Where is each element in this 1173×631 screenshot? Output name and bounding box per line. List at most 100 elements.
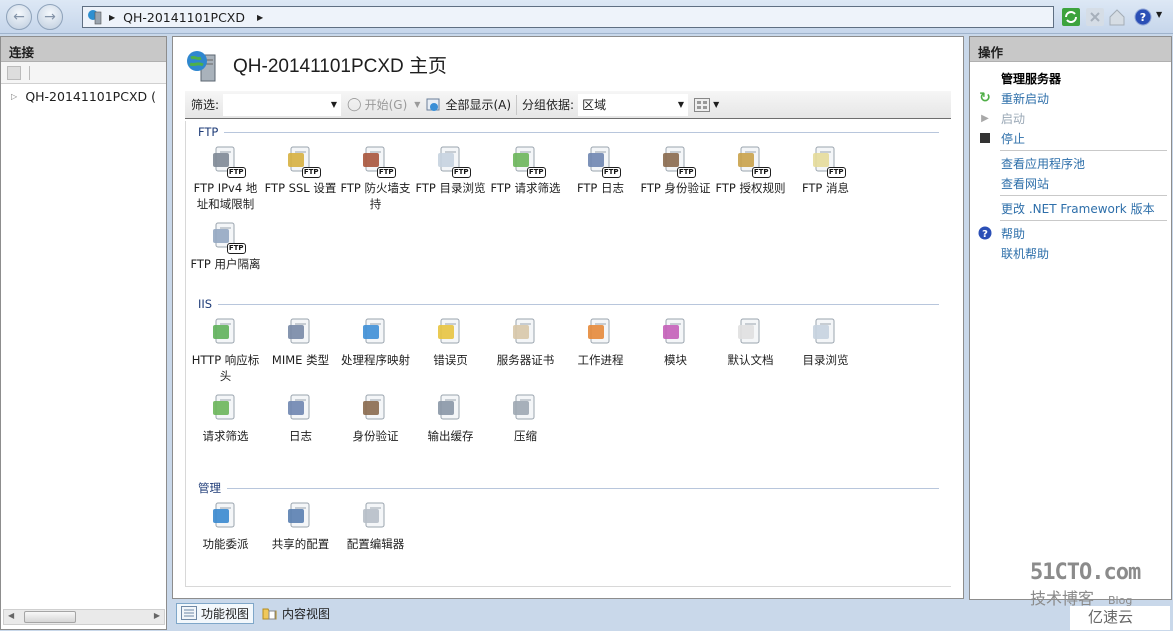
breadcrumb-arrow-icon[interactable]: ▶	[109, 13, 115, 22]
feature-item[interactable]: FTP FTP 防火墙支持	[338, 140, 413, 216]
feature-label: 日志	[289, 429, 312, 443]
filter-input[interactable]: ▼	[223, 93, 342, 116]
actions-panel: 操作 管理服务器 ↻ 重新启动 ▶ 启动 停止 查看应用程序池 查看网站 更改 .N…	[969, 36, 1172, 600]
feature-label: 服务器证书	[496, 353, 555, 367]
feature-item[interactable]: FTP FTP 消息	[788, 140, 863, 216]
breadcrumb-root[interactable]: QH-20141101PCXD	[123, 10, 245, 25]
scrollbar-thumb[interactable]	[24, 611, 76, 623]
feature-item[interactable]: HTTP 响应标头	[188, 312, 263, 388]
lock-icon: FTP	[284, 144, 321, 178]
help-icon[interactable]: ?	[1134, 8, 1152, 26]
feature-item[interactable]: FTP FTP 用户隔离	[188, 216, 263, 292]
feature-item[interactable]: 工作进程	[563, 312, 638, 388]
forward-button[interactable]: →	[37, 4, 63, 30]
restart-action[interactable]: ↻ 重新启动	[970, 88, 1171, 108]
back-button[interactable]: ←	[6, 4, 32, 30]
tab-content-view[interactable]: 内容视图	[258, 603, 334, 624]
feature-item[interactable]: 配置编辑器	[338, 496, 413, 572]
directory-browse-icon: FTP	[434, 144, 471, 178]
feature-item[interactable]: 功能委派	[188, 496, 263, 572]
view-sites-action[interactable]: 查看网站	[970, 173, 1171, 193]
certificate-icon	[509, 316, 543, 350]
feature-item[interactable]: 日志	[263, 388, 338, 464]
filter-toolbar: 筛选: ▼ ◯ 开始(G) ▼ 全部显示(A) 分组依据: 区域 ▼ ▼	[185, 91, 951, 119]
filter-dropdown-icon[interactable]: ▼	[331, 100, 337, 109]
feature-item[interactable]: 处理程序映射	[338, 312, 413, 388]
feature-item[interactable]: FTP FTP IPv4 地址和域限制	[188, 140, 263, 216]
show-all-button[interactable]: 全部显示(A)	[426, 96, 511, 113]
authentication-icon: FTP	[659, 144, 696, 178]
log-icon: FTP	[584, 144, 621, 178]
stop-icon[interactable]	[1086, 8, 1104, 26]
feature-label: FTP 日志	[576, 181, 625, 195]
view-tabs: 功能视图 内容视图	[176, 602, 334, 624]
feature-label: 共享的配置	[271, 537, 330, 551]
watermark: 51CTO.com 技术博客 Blog 亿速云	[1030, 560, 1170, 630]
feature-item[interactable]: FTP FTP SSL 设置	[263, 140, 338, 216]
feature-item[interactable]: 默认文档	[713, 312, 788, 388]
tree-item-label: QH-20141101PCXD (	[25, 88, 156, 104]
feature-item[interactable]: FTP FTP 日志	[563, 140, 638, 216]
message-icon: FTP	[809, 144, 846, 178]
tree-item-server[interactable]: ▷ QH-20141101PCXD (	[1, 84, 166, 108]
stop-action[interactable]: 停止	[970, 128, 1171, 148]
default-document-icon	[734, 316, 768, 350]
feature-label: 目录浏览	[802, 353, 849, 367]
feature-item[interactable]: 目录浏览	[788, 312, 863, 388]
change-framework-action[interactable]: 更改 .NET Framework 版本	[970, 198, 1171, 218]
address-bar[interactable]: ▶ QH-20141101PCXD ▶	[82, 6, 1054, 28]
feature-item[interactable]: 身份验证	[338, 388, 413, 464]
feature-label: FTP 目录浏览	[415, 181, 486, 195]
group-by-select[interactable]: 区域 ▼	[578, 93, 689, 116]
directory-browse-icon	[809, 316, 843, 350]
tab-features-view[interactable]: 功能视图	[176, 602, 255, 624]
home-icon[interactable]	[1108, 8, 1126, 26]
refresh-icon[interactable]	[1062, 8, 1080, 26]
expand-icon[interactable]: ▷	[11, 92, 17, 101]
horizontal-scrollbar[interactable]: ◀ ▶	[3, 609, 165, 625]
modules-icon	[659, 316, 693, 350]
group-by-dropdown-icon: ▼	[677, 100, 685, 109]
user-isolation-icon: FTP	[209, 220, 246, 254]
breadcrumb-arrow-icon[interactable]: ▶	[257, 13, 263, 22]
features-pane: QH-20141101PCXD 主页 筛选: ▼ ◯ 开始(G) ▼ 全部显示(…	[172, 36, 964, 599]
restart-icon: ↻	[979, 90, 991, 106]
view-app-pools-action[interactable]: 查看应用程序池	[970, 153, 1171, 173]
feature-item[interactable]: 输出缓存	[413, 388, 488, 464]
request-filter-icon	[209, 392, 243, 426]
feature-item[interactable]: 共享的配置	[263, 496, 338, 572]
feature-label: 压缩	[514, 429, 537, 443]
help-action[interactable]: ? 帮助	[970, 223, 1171, 243]
page-title: QH-20141101PCXD 主页	[233, 56, 448, 77]
feature-item[interactable]: 错误页	[413, 312, 488, 388]
help-dropdown-icon[interactable]: ▼	[1156, 10, 1162, 19]
error-page-icon	[434, 316, 468, 350]
feature-label: 身份验证	[352, 429, 399, 443]
help-icon: ?	[978, 226, 992, 240]
view-mode-button[interactable]: ▼	[694, 97, 719, 112]
binoculars-icon: ◯	[347, 97, 362, 112]
feature-item[interactable]: 请求筛选	[188, 388, 263, 464]
feature-label: FTP 身份验证	[640, 181, 711, 195]
keys-icon: FTP	[734, 144, 771, 178]
handler-mapping-icon	[359, 316, 393, 350]
connect-icon[interactable]	[7, 65, 21, 80]
feature-item[interactable]: 服务器证书	[488, 312, 563, 388]
feature-item[interactable]: 压缩	[488, 388, 563, 464]
online-help-action[interactable]: 联机帮助	[970, 243, 1171, 263]
feature-item[interactable]: FTP FTP 身份验证	[638, 140, 713, 216]
mime-icon	[284, 316, 318, 350]
feature-item[interactable]: MIME 类型	[263, 312, 338, 388]
start-action[interactable]: ▶ 启动	[970, 108, 1171, 128]
ftp-badge-icon: FTP	[526, 167, 546, 178]
server-icon	[88, 10, 102, 25]
feature-item[interactable]: FTP FTP 目录浏览	[413, 140, 488, 216]
features-view-icon	[181, 606, 197, 620]
start-filter-button[interactable]: ◯ 开始(G) ▼	[347, 96, 420, 113]
feature-item[interactable]: FTP FTP 请求筛选	[488, 140, 563, 216]
ftp-badge-icon: FTP	[376, 167, 396, 178]
feature-item[interactable]: 模块	[638, 312, 713, 388]
feature-item[interactable]: FTP FTP 授权规则	[713, 140, 788, 216]
firewall-icon: FTP	[359, 144, 396, 178]
feature-label: 输出缓存	[427, 429, 474, 443]
